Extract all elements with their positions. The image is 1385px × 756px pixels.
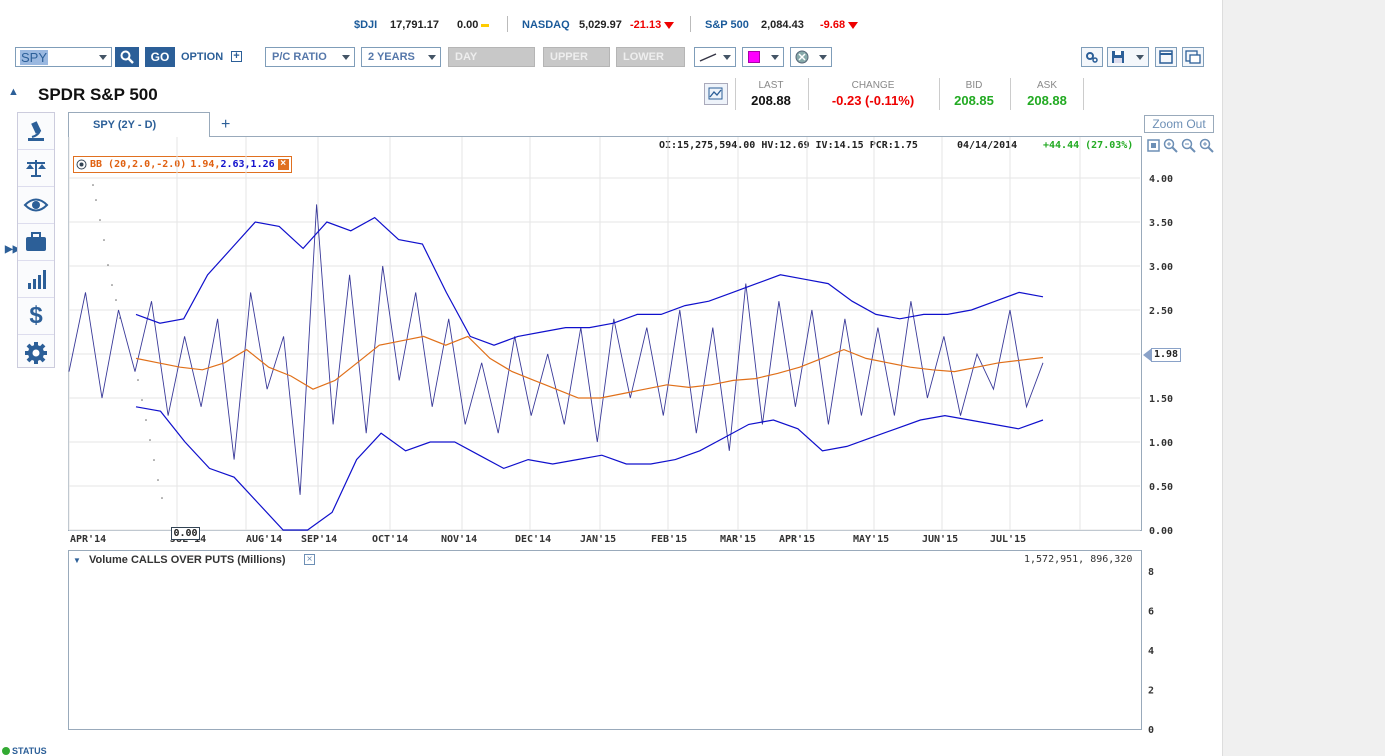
volume-values: 1,572,951, 896,320 [1024, 554, 1133, 565]
data-point [157, 479, 159, 481]
y-tick-label: 3.00 [1149, 262, 1173, 273]
x-tick-label: SEP'14 [301, 534, 337, 545]
volume-chart-panel[interactable]: ▼ Volume CALLS OVER PUTS (Millions) × 1,… [68, 550, 1142, 730]
y-tick-label: 0 [1148, 725, 1154, 736]
y-tick-label: 1.50 [1149, 394, 1173, 405]
page-margin [1222, 0, 1385, 756]
x-tick-label: JAN'15 [580, 534, 616, 545]
y-tick-label: 2.50 [1149, 306, 1173, 317]
y-tick-label: 3.50 [1149, 218, 1173, 229]
data-point [145, 419, 147, 421]
y-tick-label: 4 [1148, 646, 1154, 657]
data-point [92, 184, 94, 186]
x-tick-label: AUG'14 [246, 534, 282, 545]
x-tick-label: FEB'15 [651, 534, 687, 545]
y-tick-label: 0.50 [1149, 482, 1173, 493]
y-tick-label: 4.00 [1149, 174, 1173, 185]
volume-panel-title: Volume CALLS OVER PUTS (Millions) [89, 554, 286, 566]
x-tick-label: OCT'14 [372, 534, 408, 545]
data-point [149, 439, 151, 441]
x-tick-label: APR'14 [70, 534, 106, 545]
data-point [161, 497, 163, 499]
tab-label: SPY (2Y - D) [93, 119, 157, 131]
data-point [99, 219, 101, 221]
x-tick-label: JUL'15 [990, 534, 1026, 545]
tab-chart-spy[interactable]: SPY (2Y - D) [68, 112, 210, 137]
x-tick-label: JUN'15 [922, 534, 958, 545]
status-icon [2, 747, 10, 755]
x-tick-label: DEC'14 [515, 534, 551, 545]
data-point [115, 299, 117, 301]
series-line-bb-lower [135, 406, 1044, 531]
x-tick-label: MAR'15 [720, 534, 756, 545]
data-point [153, 459, 155, 461]
y-tick-label: 8 [1148, 567, 1154, 578]
y-tick-label: 6 [1148, 607, 1154, 618]
data-point [107, 264, 109, 266]
close-panel-icon[interactable]: × [304, 554, 315, 565]
data-point [95, 199, 97, 201]
y-tick-label: 0.00 [1149, 526, 1173, 537]
y-tick-label: 2 [1148, 686, 1154, 697]
collapse-panel-icon[interactable]: ▼ [73, 556, 81, 565]
status-label: STATUS [12, 746, 47, 756]
current-value-label: 1.98 [1151, 348, 1181, 362]
data-point [111, 284, 113, 286]
x-tick-label: NOV'14 [441, 534, 477, 545]
data-point [141, 399, 143, 401]
series-line-ratio [68, 204, 1044, 495]
x-tick-label: MAY'15 [853, 534, 889, 545]
data-point [137, 379, 139, 381]
x-tick-label: APR'15 [779, 534, 815, 545]
y-tick-label: 1.00 [1149, 438, 1173, 449]
status-bar[interactable]: STATUS [2, 746, 47, 756]
cursor-value-label: 0.00 [171, 527, 200, 540]
data-point [103, 239, 105, 241]
